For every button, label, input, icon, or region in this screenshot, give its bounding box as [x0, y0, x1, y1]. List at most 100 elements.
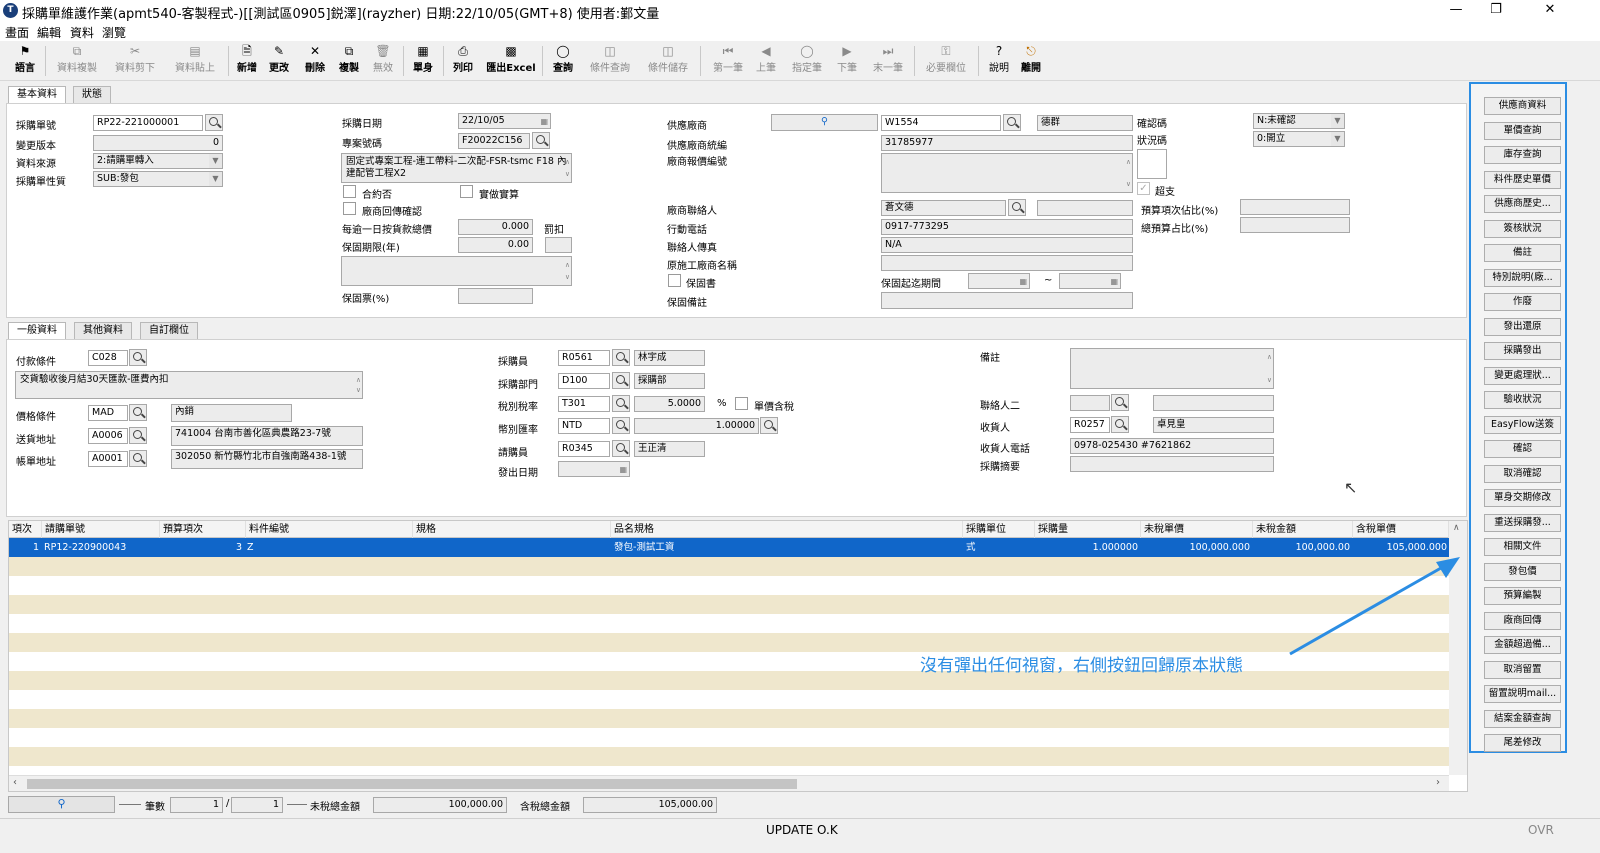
- purchase-issue-button[interactable]: 採購發出: [1484, 342, 1561, 360]
- cut-data-button[interactable]: ✂ 資料剪下: [110, 43, 160, 79]
- grid-header-budget-item[interactable]: 預算項次: [160, 521, 246, 538]
- print-button[interactable]: ⎙ 列印: [450, 43, 476, 79]
- tax-included-checkbox[interactable]: [735, 397, 748, 410]
- table-row[interactable]: 1 RP12-220900043 3 Z 發包-測試工資 式 1.000000 …: [9, 538, 1449, 557]
- horizontal-scrollbar[interactable]: ‹ ›: [9, 775, 1449, 791]
- chevron-down-icon[interactable]: ▼: [209, 172, 222, 186]
- table-row[interactable]: [9, 747, 1449, 766]
- grid-header-amount[interactable]: 未稅金額: [1253, 521, 1353, 538]
- tab-status[interactable]: 狀態: [73, 86, 111, 103]
- last-record-button[interactable]: ⏭ 末一筆: [868, 43, 908, 79]
- grid-header-item-name[interactable]: 品名規格: [611, 521, 963, 538]
- grid-header-quantity[interactable]: 採購量: [1035, 521, 1141, 538]
- grid-header-taxed-price[interactable]: 含稅單價: [1353, 521, 1449, 538]
- tax-code-field[interactable]: T301: [558, 396, 610, 412]
- budget-item-pct-field[interactable]: [1240, 199, 1350, 215]
- bottom-search-button[interactable]: ⚲: [8, 796, 115, 813]
- scrollbar-thumb[interactable]: [27, 779, 797, 789]
- grid-header-part-no[interactable]: 料件編號: [246, 521, 413, 538]
- bill-search-icon[interactable]: [129, 450, 147, 467]
- over-budget-checkbox[interactable]: ✓: [1137, 182, 1150, 195]
- part-price-history-button[interactable]: 料件歷史單價: [1484, 171, 1561, 189]
- tax-rate-field[interactable]: 5.0000: [634, 396, 705, 412]
- remark-field[interactable]: ∧ ∨: [1070, 348, 1274, 389]
- chevron-down-icon[interactable]: ▼: [209, 154, 222, 168]
- hold-mail-button[interactable]: 留置說明mail...: [1484, 685, 1561, 703]
- chevron-down-icon[interactable]: ▼: [1331, 114, 1344, 128]
- ship-search-icon[interactable]: [129, 427, 147, 444]
- payment-code-field[interactable]: C028: [88, 350, 128, 366]
- currency-search-icon[interactable]: [612, 417, 630, 434]
- condition-save-button[interactable]: ◫ 條件儲存: [644, 43, 692, 79]
- inventory-query-button[interactable]: 庫存查詢: [1484, 146, 1561, 164]
- grid-header-item-no[interactable]: 項次: [9, 521, 42, 538]
- payment-search-icon[interactable]: [129, 349, 147, 366]
- contact-field[interactable]: 蒼文德: [881, 200, 1006, 216]
- scroll-left-icon[interactable]: ‹: [13, 777, 17, 788]
- next-record-button[interactable]: ▶ 下筆: [834, 43, 860, 79]
- po-number-search-icon[interactable]: [205, 114, 223, 131]
- condition-query-button[interactable]: ◫ 條件查詢: [586, 43, 634, 79]
- copy-data-button[interactable]: ⧉ 資料複製: [52, 43, 102, 79]
- nature-select[interactable]: SUB:發包: [93, 171, 223, 187]
- warranty-memo[interactable]: ∧ ∨: [341, 256, 572, 286]
- first-record-button[interactable]: ⏮ 第一筆: [708, 43, 748, 79]
- special-note-button[interactable]: 特別說明(廠...: [1484, 269, 1561, 287]
- price-term-search-icon[interactable]: [129, 404, 147, 421]
- contact-search-icon[interactable]: [1008, 199, 1026, 216]
- summary-field[interactable]: [1070, 456, 1274, 472]
- duplicate-button[interactable]: ⧉ 複製: [336, 43, 362, 79]
- fax-field[interactable]: N/A: [881, 237, 1133, 253]
- quote-no-field[interactable]: ∧ ∨: [881, 153, 1133, 193]
- table-row[interactable]: [9, 576, 1449, 595]
- table-row[interactable]: [9, 709, 1449, 728]
- grid-header-unit-price[interactable]: 未稅單價: [1141, 521, 1253, 538]
- menu-edit[interactable]: 編輯: [37, 24, 61, 41]
- scroll-up-icon[interactable]: ∧: [1453, 523, 1460, 533]
- contract-checkbox[interactable]: [343, 185, 356, 198]
- closing-amount-button[interactable]: 結案金額查詢: [1484, 710, 1561, 728]
- delivery-date-edit-button[interactable]: 單身交期修改: [1484, 489, 1561, 507]
- subcontract-price-button[interactable]: 發包價: [1484, 563, 1561, 581]
- supplier-code-field[interactable]: W1554: [881, 115, 1001, 131]
- exit-button[interactable]: ⎋ 離開: [1018, 43, 1044, 79]
- receiver-search-icon[interactable]: [1111, 416, 1129, 433]
- warranty-doc-checkbox[interactable]: [668, 274, 681, 287]
- warranty-pct-field[interactable]: [458, 288, 533, 304]
- vendor-return-button[interactable]: 廠商回傳: [1484, 612, 1561, 630]
- minimize-button[interactable]: —: [1436, 0, 1476, 22]
- void-order-button[interactable]: 作廢: [1484, 293, 1561, 311]
- requester-search-icon[interactable]: [612, 440, 630, 457]
- warranty-end-field[interactable]: ▦: [1059, 273, 1121, 289]
- menu-screen[interactable]: 畫面: [5, 24, 29, 41]
- actual-calc-checkbox[interactable]: [460, 185, 473, 198]
- grid-header-spec[interactable]: 規格: [413, 521, 611, 538]
- calendar-icon[interactable]: ▦: [540, 115, 548, 128]
- contact2-code-field[interactable]: [1070, 395, 1110, 411]
- table-row[interactable]: [9, 595, 1449, 614]
- calendar-icon[interactable]: ▦: [1019, 275, 1027, 288]
- approval-status-button[interactable]: 簽核狀況: [1484, 220, 1561, 238]
- warranty-start-field[interactable]: ▦: [968, 273, 1030, 289]
- grid-header-unit[interactable]: 採購單位: [963, 521, 1035, 538]
- table-row[interactable]: [9, 614, 1449, 633]
- budget-prep-button[interactable]: 預算編製: [1484, 587, 1561, 605]
- required-fields-button[interactable]: ⚿ 必要欄位: [922, 43, 970, 79]
- source-select[interactable]: 2:請購單轉入: [93, 153, 223, 169]
- project-search-icon[interactable]: [532, 132, 550, 149]
- warranty-years-field[interactable]: 0.00: [458, 237, 533, 253]
- cancel-hold-button[interactable]: 取消留置: [1484, 661, 1561, 679]
- dept-search-icon[interactable]: [612, 372, 630, 389]
- exchange-rate-field[interactable]: 1.00000: [634, 418, 759, 434]
- buyer-search-icon[interactable]: [612, 349, 630, 366]
- close-button[interactable]: ✕: [1530, 0, 1570, 22]
- query-button[interactable]: ◯ 查詢: [550, 43, 576, 79]
- dept-code-field[interactable]: D100: [558, 373, 610, 389]
- issue-date-field[interactable]: ▦: [558, 461, 630, 477]
- help-button[interactable]: ? 說明: [986, 43, 1012, 79]
- po-date-field[interactable]: 22/10/05 ▦: [458, 113, 551, 129]
- void-button[interactable]: 🗑 無效: [370, 43, 396, 79]
- calendar-icon[interactable]: ▦: [619, 463, 627, 476]
- maximize-button[interactable]: ❐: [1476, 0, 1516, 22]
- receiver-code-field[interactable]: R0257: [1070, 417, 1110, 433]
